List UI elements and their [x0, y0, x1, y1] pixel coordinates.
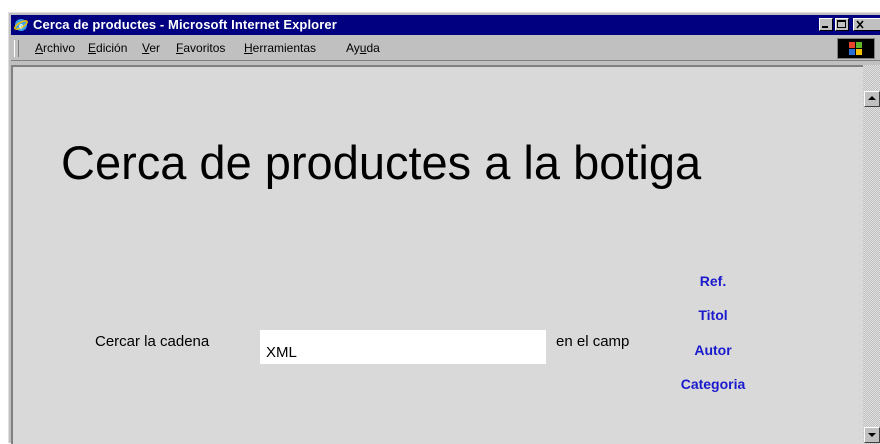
page-title: Cerca de productes a la botiga	[61, 136, 702, 189]
minimize-button[interactable]	[819, 18, 833, 31]
menu-edicion-mnemonic: E	[88, 41, 97, 55]
close-button[interactable]	[853, 18, 880, 31]
menu-bar: Archivo Edición Ver Favoritos Herramient…	[11, 37, 880, 61]
menu-archivo-label: rchivo	[43, 41, 76, 55]
throbber	[837, 38, 875, 59]
menu-favoritos-label: avoritos	[183, 41, 226, 55]
menu-herramientas[interactable]: Herramientas	[244, 41, 316, 55]
menu-grip[interactable]	[14, 40, 19, 57]
field-link-ref[interactable]: Ref.	[653, 273, 773, 289]
arrow-up-icon	[868, 96, 876, 100]
arrow-down-icon	[868, 433, 876, 437]
menu-ayuda[interactable]: Ayuda	[346, 41, 380, 55]
menu-archivo-mnemonic: A	[35, 41, 44, 55]
windows-logo-icon	[849, 42, 862, 55]
menu-edicion-label: dición	[96, 41, 128, 55]
close-icon	[856, 20, 864, 29]
page-content: Cerca de productes a la botiga Cercar la…	[11, 65, 863, 444]
menu-ver[interactable]: Ver	[142, 41, 160, 55]
window-title: Cerca de productes - Microsoft Internet …	[33, 17, 337, 32]
menu-herramientas-mnemonic: H	[244, 41, 253, 55]
svg-text:e: e	[19, 21, 23, 31]
field-link-categoria[interactable]: Categoria	[653, 376, 773, 392]
field-link-autor[interactable]: Autor	[653, 342, 773, 358]
search-label: Cercar la cadena	[95, 333, 210, 350]
maximize-button[interactable]	[835, 18, 849, 31]
menu-ayuda-prefix: Ay	[346, 41, 360, 55]
scroll-up-button[interactable]	[864, 91, 880, 107]
menu-herramientas-label: erramientas	[252, 41, 317, 55]
ie-icon: e	[13, 17, 29, 33]
menu-archivo[interactable]: Archivo	[35, 41, 75, 55]
title-bar: e Cerca de productes - Microsoft Interne…	[11, 15, 880, 35]
browser-window: e Cerca de productes - Microsoft Interne…	[8, 12, 880, 444]
menu-ayuda-label: da	[366, 41, 380, 55]
menu-edicion[interactable]: Edición	[88, 41, 127, 55]
maximize-icon	[837, 20, 846, 28]
search-input[interactable]	[260, 330, 546, 364]
vertical-scrollbar[interactable]	[863, 65, 880, 444]
menu-favoritos[interactable]: Favoritos	[176, 41, 225, 55]
minimize-icon	[822, 26, 828, 28]
field-label: en el camp	[556, 333, 630, 350]
scroll-down-button[interactable]	[864, 427, 880, 443]
menu-ver-label: er	[149, 41, 161, 55]
field-link-titol[interactable]: Titol	[653, 307, 773, 323]
